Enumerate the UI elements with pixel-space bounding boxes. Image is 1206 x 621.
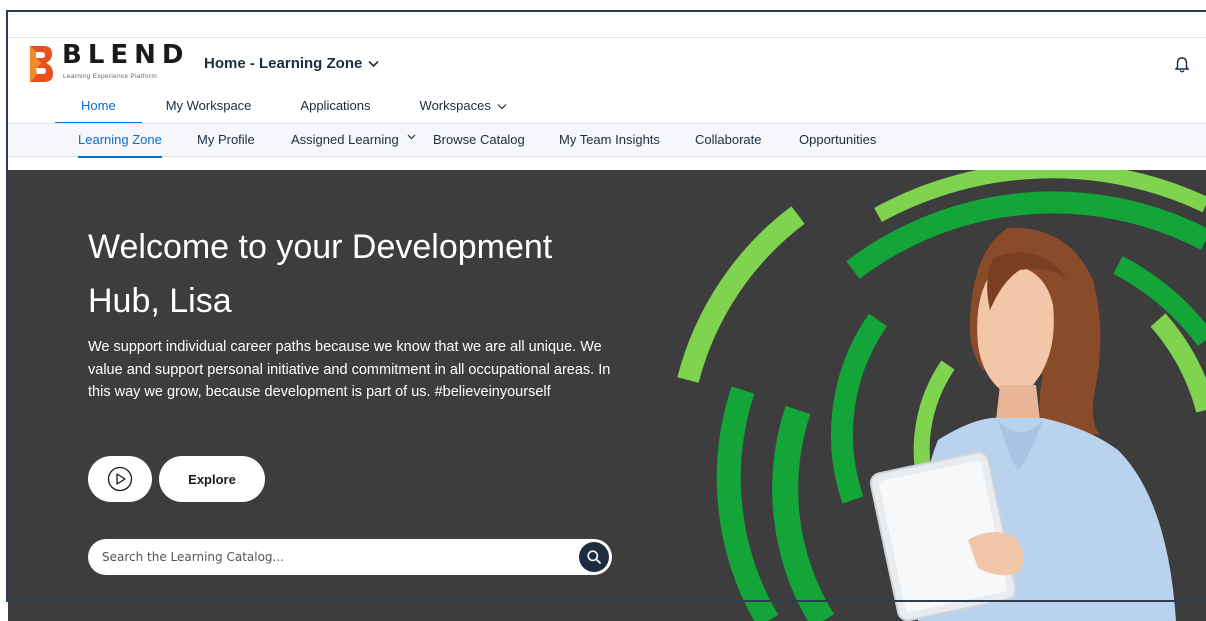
chevron-down-icon [407,134,416,140]
subnav-collaborate-label: Collaborate [695,132,762,147]
catalog-search [88,539,612,575]
chevron-down-icon [498,104,507,110]
brand-tagline: Learning Experience Platform [63,73,158,80]
subnav-my-profile-label: My Profile [197,132,255,147]
explore-button[interactable]: Explore [159,456,265,502]
subnav-my-team-insights-label: My Team Insights [559,132,660,147]
nav-applications-label: Applications [300,98,371,113]
hero-description: We support individual career paths becau… [88,339,611,400]
nav-home-label: Home [81,98,116,113]
hero-illustration [677,170,1206,621]
subnav-opportunities[interactable]: Opportunities [799,132,876,147]
hero-title: Welcome to your Development Hub, Lisa [88,228,553,320]
subnav-my-profile[interactable]: My Profile [197,132,255,147]
subnav-learning-zone[interactable]: Learning Zone [78,132,162,158]
primary-nav: Home My Workspace Applications Workspace… [55,96,508,124]
subnav-collaborate[interactable]: Collaborate [695,132,762,147]
subnav-opportunities-label: Opportunities [799,132,877,147]
search-button[interactable] [579,542,609,572]
chevron-down-icon [368,60,379,67]
nav-workspaces[interactable]: Workspaces [420,96,508,124]
bell-icon[interactable] [1174,56,1190,74]
nav-my-workspace-label: My Workspace [165,98,252,113]
nav-my-workspace[interactable]: My Workspace [166,96,252,124]
blend-logo[interactable]: BLEND Learning Experience Platform [28,40,190,88]
blend-logo-mark-icon [30,46,53,82]
search-input[interactable] [102,547,572,567]
search-icon [587,550,601,564]
hero-banner: Welcome to your Development Hub, Lisa We… [8,170,1206,621]
shell-header: BLEND Learning Experience Platform Home … [8,37,1206,124]
subnav-browse-catalog-label: Browse Catalog [433,132,525,147]
app-title: Home - Learning Zone [204,55,363,72]
subnav-browse-catalog[interactable]: Browse Catalog [433,132,525,147]
play-icon [107,466,133,492]
subnav-my-team-insights[interactable]: My Team Insights [559,132,660,147]
play-video-button[interactable] [88,456,152,502]
app-title-menu[interactable]: Home - Learning Zone [204,55,379,72]
nav-workspaces-label: Workspaces [419,98,491,113]
brand-name: BLEND [62,40,190,70]
subnav-learning-zone-label: Learning Zone [78,132,162,147]
subnav-assigned-learning-label: Assigned Learning [291,132,399,147]
subnav-assigned-learning[interactable]: Assigned Learning [291,132,416,147]
nav-home[interactable]: Home [55,96,142,124]
nav-applications[interactable]: Applications [300,96,370,124]
sub-nav: Learning Zone My Profile Assigned Learni… [8,123,1206,158]
